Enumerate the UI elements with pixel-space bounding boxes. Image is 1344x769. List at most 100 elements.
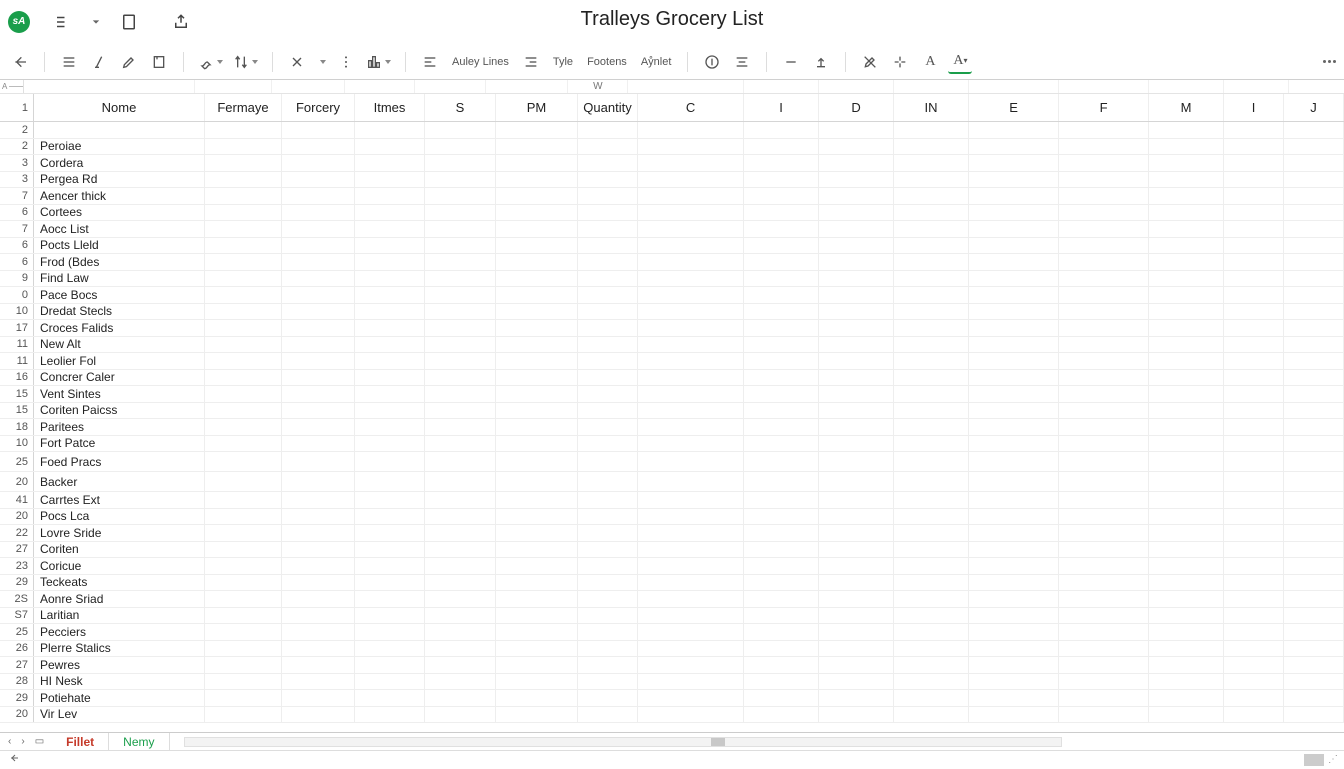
cell[interactable] — [1149, 542, 1224, 558]
cell[interactable] — [496, 353, 578, 369]
cell[interactable] — [496, 558, 578, 574]
row-number[interactable]: 10 — [0, 304, 34, 320]
row-number[interactable]: 15 — [0, 403, 34, 419]
cell[interactable] — [496, 271, 578, 287]
cell[interactable] — [355, 304, 425, 320]
cell-name[interactable]: Vent Sintes — [34, 386, 205, 402]
cell[interactable] — [282, 370, 355, 386]
cell[interactable] — [819, 155, 894, 171]
cell[interactable] — [496, 525, 578, 541]
cell[interactable] — [578, 370, 638, 386]
cell[interactable] — [205, 271, 282, 287]
cell[interactable] — [894, 271, 969, 287]
cell[interactable] — [1149, 674, 1224, 690]
cell[interactable] — [969, 238, 1059, 254]
cell[interactable] — [969, 221, 1059, 237]
cell[interactable] — [425, 657, 496, 673]
cell-name[interactable]: Concrer Caler — [34, 370, 205, 386]
cell[interactable] — [205, 238, 282, 254]
col-letter[interactable] — [744, 80, 819, 93]
cell[interactable] — [1149, 254, 1224, 270]
cell[interactable] — [1149, 320, 1224, 336]
cell[interactable] — [1284, 205, 1344, 221]
cell[interactable] — [969, 287, 1059, 303]
cell[interactable] — [1224, 674, 1284, 690]
cell[interactable] — [894, 337, 969, 353]
cell[interactable] — [496, 337, 578, 353]
col-letter[interactable] — [1224, 80, 1289, 93]
cell[interactable] — [969, 472, 1059, 491]
cell[interactable] — [1224, 452, 1284, 471]
cell[interactable] — [1059, 254, 1149, 270]
cell[interactable] — [819, 353, 894, 369]
cell[interactable] — [638, 575, 744, 591]
cell[interactable] — [578, 436, 638, 452]
cell[interactable] — [1284, 707, 1344, 723]
cell[interactable] — [205, 287, 282, 303]
col-letter[interactable] — [24, 80, 195, 93]
cell-name[interactable]: Foed Pracs — [34, 452, 205, 471]
cell[interactable] — [355, 542, 425, 558]
cell[interactable] — [425, 139, 496, 155]
dots-vert-icon[interactable] — [334, 50, 358, 74]
cell[interactable] — [205, 575, 282, 591]
cell[interactable] — [578, 608, 638, 624]
header-i2[interactable]: I — [1224, 94, 1284, 121]
cell[interactable] — [638, 353, 744, 369]
cell[interactable] — [969, 690, 1059, 706]
cell[interactable] — [578, 337, 638, 353]
cell[interactable] — [425, 337, 496, 353]
cell[interactable] — [744, 707, 819, 723]
cell[interactable] — [282, 509, 355, 525]
cell[interactable] — [355, 386, 425, 402]
cell[interactable] — [1224, 188, 1284, 204]
caret-down-icon[interactable] — [92, 13, 100, 31]
cell[interactable] — [1059, 624, 1149, 640]
cell[interactable] — [1224, 155, 1284, 171]
cell[interactable] — [819, 271, 894, 287]
cell-name[interactable]: Pewres — [34, 657, 205, 673]
cell[interactable] — [355, 558, 425, 574]
cell[interactable] — [638, 452, 744, 471]
row-number[interactable]: 7 — [0, 221, 34, 237]
col-letter[interactable] — [345, 80, 415, 93]
cell[interactable] — [425, 591, 496, 607]
cell[interactable] — [1059, 558, 1149, 574]
cell[interactable] — [1284, 337, 1344, 353]
cell[interactable] — [282, 172, 355, 188]
tyle-label[interactable]: Tyle — [549, 50, 577, 74]
cell[interactable] — [969, 403, 1059, 419]
cell[interactable] — [1284, 172, 1344, 188]
cell[interactable] — [638, 155, 744, 171]
cell[interactable] — [1284, 403, 1344, 419]
cell[interactable] — [638, 386, 744, 402]
cell[interactable] — [578, 657, 638, 673]
row-number[interactable]: S7 — [0, 608, 34, 624]
cell[interactable] — [894, 436, 969, 452]
cell[interactable] — [355, 509, 425, 525]
tab-all[interactable]: ▭ — [35, 736, 44, 747]
cell[interactable] — [578, 525, 638, 541]
cell[interactable] — [744, 271, 819, 287]
cell[interactable] — [1149, 608, 1224, 624]
cell[interactable] — [282, 436, 355, 452]
cell[interactable] — [969, 657, 1059, 673]
horizontal-scroll-thumb[interactable] — [711, 738, 725, 746]
cell[interactable] — [638, 403, 744, 419]
cell[interactable] — [578, 707, 638, 723]
cell[interactable] — [819, 139, 894, 155]
cell[interactable] — [1149, 271, 1224, 287]
cell[interactable] — [969, 254, 1059, 270]
cell[interactable] — [578, 386, 638, 402]
cell[interactable] — [894, 353, 969, 369]
header-c[interactable]: C — [638, 94, 744, 121]
cell[interactable] — [638, 509, 744, 525]
cell[interactable] — [744, 139, 819, 155]
col-letter[interactable] — [486, 80, 568, 93]
cell[interactable] — [355, 205, 425, 221]
cell[interactable] — [496, 707, 578, 723]
cell[interactable] — [578, 558, 638, 574]
cell[interactable] — [819, 403, 894, 419]
cell[interactable] — [1284, 188, 1344, 204]
cell[interactable] — [282, 238, 355, 254]
